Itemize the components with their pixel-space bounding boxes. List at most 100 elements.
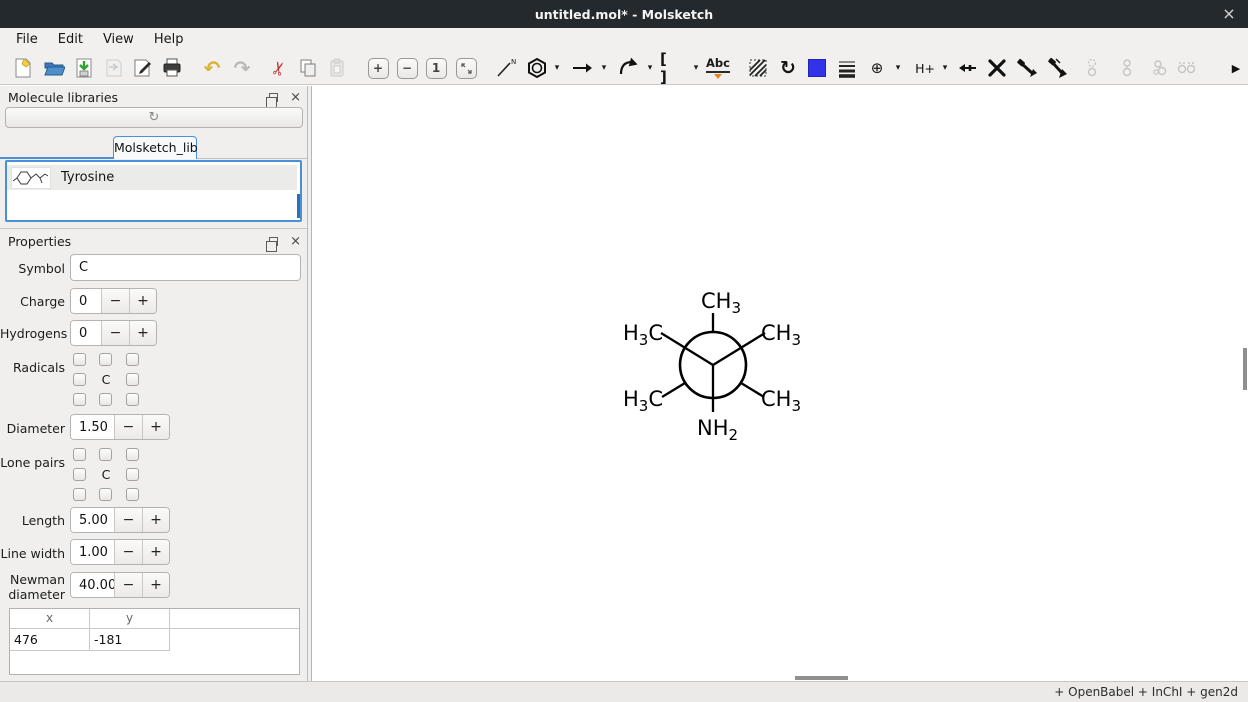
radical-checkbox-n[interactable] [99,353,112,366]
lone-pair-checkbox-sw[interactable] [73,488,86,501]
hydrogens-value[interactable]: 0 [71,321,101,345]
zoom-in-button[interactable]: + [365,55,391,81]
mechanism-arrow-dropdown[interactable]: ▾ [643,55,657,81]
properties-close-button[interactable]: × [290,235,301,248]
export-button[interactable] [130,55,156,81]
molecule-bonds[interactable] [661,313,765,412]
atom-label-upper-right[interactable]: CH3 [761,321,801,349]
length-plus-button[interactable]: + [142,508,169,532]
text-tool-button[interactable]: Abc [705,55,731,81]
tab-molsketch-lib[interactable]: Molsketch_lib [113,136,197,159]
menu-help[interactable]: Help [144,30,194,50]
color-picker-button[interactable] [804,55,830,81]
save-button[interactable] [71,55,97,81]
ring-tool-button[interactable] [524,55,550,81]
redo-button[interactable]: ↷ [229,55,255,81]
column-header-y[interactable]: y [90,609,170,628]
charge-tool-dropdown[interactable]: ▾ [891,55,905,81]
menu-file[interactable]: File [6,30,48,50]
titlebar[interactable]: untitled.mol* - Molsketch × [0,0,1248,28]
charge-plus-button[interactable]: + [129,289,156,313]
radical-checkbox-nw[interactable] [73,353,86,366]
radical-checkbox-s[interactable] [99,393,112,406]
hydrogens-minus-button[interactable]: − [101,321,129,345]
cell-x[interactable]: 476 [10,629,90,651]
canvas-vertical-scrollbar[interactable] [1243,348,1247,390]
lone-pair-checkbox-e[interactable] [126,468,139,481]
canvas-horizontal-scrollbar[interactable] [795,676,848,680]
brackets-tool-button[interactable]: [ ] [660,55,686,81]
delete-tool-button[interactable] [984,55,1010,81]
atom-label-bottom[interactable]: NH2 [697,416,738,444]
library-list[interactable]: Tyrosine [5,160,302,222]
print-button[interactable] [159,55,185,81]
radical-checkbox-e[interactable] [126,373,139,386]
radical-checkbox-ne[interactable] [126,353,139,366]
cell-y[interactable]: -181 [90,629,170,651]
line-width-minus-button[interactable]: − [114,540,142,564]
atom-label-top[interactable]: CH3 [701,289,741,317]
diameter-minus-button[interactable]: − [114,415,142,439]
atom-label-lower-left[interactable]: H3C [623,387,663,415]
library-refresh-button[interactable]: ↻ [5,107,303,128]
open-button[interactable] [41,55,67,81]
properties-float-icon[interactable] [269,237,278,246]
symbol-input[interactable] [70,254,301,281]
selection-tool-button[interactable] [745,55,771,81]
lone-pair-checkbox-nw[interactable] [73,448,86,461]
menu-edit[interactable]: Edit [48,30,93,50]
transfer-bond-button[interactable] [1014,55,1040,81]
window-close-button[interactable]: × [1219,4,1239,24]
library-close-button[interactable]: × [290,91,301,104]
atom-label-lower-right[interactable]: CH3 [761,387,801,415]
lone-pair-checkbox-w[interactable] [73,468,86,481]
newman-projection-molecule[interactable]: CH3 H3C CH3 H3C CH3 NH2 [312,86,1248,681]
line-width-value[interactable]: 1.00 [71,540,114,564]
reaction-arrow-dropdown[interactable]: ▾ [597,55,611,81]
diameter-plus-button[interactable]: + [142,415,169,439]
copy-button[interactable] [295,55,321,81]
undo-button[interactable]: ↶ [199,55,225,81]
charge-minus-button[interactable]: − [101,289,129,313]
atom-label-upper-left[interactable]: H3C [623,321,663,349]
newman-diameter-value[interactable]: 40.00 [71,573,114,597]
menu-view[interactable]: View [93,30,144,50]
lone-pair-checkbox-s[interactable] [99,488,112,501]
hydrogen-tool-button[interactable]: H+ [912,55,938,81]
line-width-button[interactable] [834,55,860,81]
newman-minus-button[interactable]: − [114,573,142,597]
lone-pair-checkbox-ne[interactable] [126,448,139,461]
lone-pair-checkbox-n[interactable] [99,448,112,461]
length-value[interactable]: 5.00 [71,508,114,532]
hydrogens-plus-button[interactable]: + [129,321,156,345]
hydrogen-tool-dropdown[interactable]: ▾ [938,55,952,81]
length-minus-button[interactable]: − [114,508,142,532]
radical-checkbox-sw[interactable] [73,393,86,406]
library-list-scrollbar[interactable] [297,194,300,218]
library-float-icon[interactable] [269,93,278,102]
toolbar-overflow-button[interactable]: ▶ [1228,55,1244,81]
zoom-original-button[interactable]: 1 [423,55,449,81]
line-width-plus-button[interactable]: + [142,540,169,564]
connect-tool-button[interactable] [955,55,981,81]
radical-checkbox-w[interactable] [73,373,86,386]
charge-value[interactable]: 0 [71,289,101,313]
zoom-fit-button[interactable] [453,55,479,81]
mechanism-arrow-button[interactable] [616,55,642,81]
cut-button[interactable]: ✂ [267,55,293,81]
transfer-atom-button[interactable] [1044,55,1070,81]
reaction-arrow-button[interactable] [569,55,595,81]
column-header-x[interactable]: x [10,609,90,628]
charge-tool-button[interactable]: ⊕ [864,55,890,81]
rotate-tool-button[interactable]: ↻ [775,55,801,81]
ring-tool-dropdown[interactable]: ▾ [550,55,564,81]
drawing-canvas[interactable]: CH3 H3C CH3 H3C CH3 NH2 [311,86,1248,681]
lone-pair-checkbox-se[interactable] [126,488,139,501]
new-file-button[interactable] [10,55,36,81]
draw-tool-button[interactable]: N [493,55,519,81]
brackets-tool-dropdown[interactable]: ▾ [689,55,703,81]
diameter-value[interactable]: 1.50 [71,415,114,439]
newman-plus-button[interactable]: + [142,573,169,597]
list-item-tyrosine[interactable]: Tyrosine [7,165,297,190]
radical-checkbox-se[interactable] [126,393,139,406]
